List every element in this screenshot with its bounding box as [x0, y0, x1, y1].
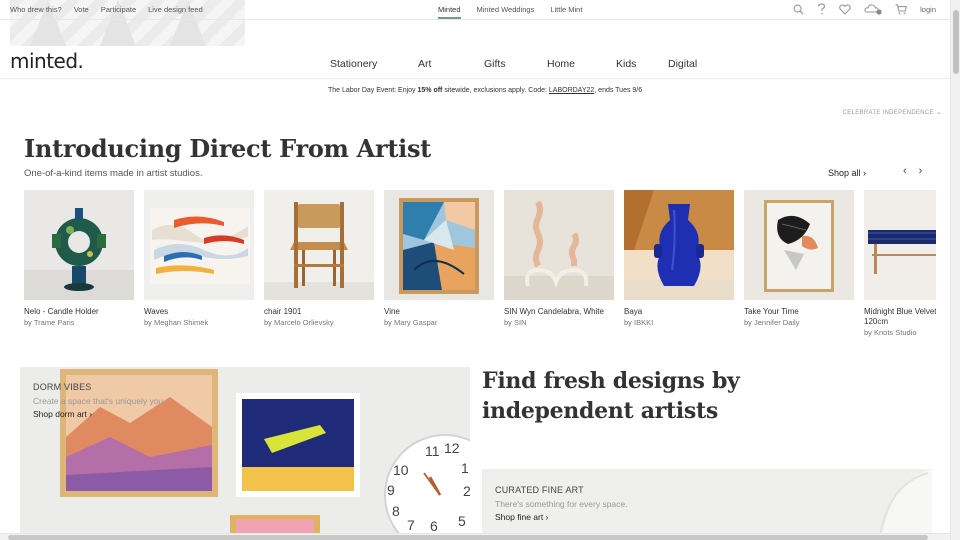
horizontal-scrollbar[interactable]	[0, 533, 950, 540]
dorm-label: DORM VIBES	[33, 382, 92, 392]
find-designs-title: Find fresh designs by independent artist…	[482, 368, 740, 424]
product-image[interactable]	[624, 190, 734, 300]
product-name[interactable]: Baya	[624, 307, 734, 317]
product-name[interactable]: SIN Wyn Candelabra, White	[504, 307, 614, 317]
util-link-participate[interactable]: Participate	[101, 5, 136, 14]
product-image[interactable]	[24, 190, 134, 300]
svg-text:1: 1	[461, 460, 469, 476]
brand-tab-weddings[interactable]: Minted Weddings	[477, 5, 535, 19]
heart-icon[interactable]	[839, 3, 851, 15]
dorm-description: Create a space that's uniquely you.	[33, 396, 166, 406]
nav-item-home[interactable]: Home	[547, 58, 616, 70]
product-card[interactable]: Baya by IBKKI	[624, 190, 734, 328]
celebrate-label: CELEBRATE INDEPENDENCE	[842, 110, 934, 116]
product-artist[interactable]: by IBKKI	[624, 318, 734, 328]
search-icon[interactable]	[793, 4, 804, 15]
nav-item-stationery[interactable]: Stationery	[330, 58, 418, 70]
nav-item-kids[interactable]: Kids	[616, 58, 668, 70]
horizontal-scroll-thumb[interactable]	[8, 535, 928, 540]
brand-tab-little-mint[interactable]: Little Mint	[550, 5, 582, 19]
product-artist[interactable]: by Marcelo Orlievsky	[264, 318, 374, 328]
svg-text:9: 9	[387, 482, 395, 498]
promo-discount: 15% off	[417, 87, 443, 94]
chevron-right-icon[interactable]: ›	[919, 165, 923, 177]
nav-item-art[interactable]: Art	[418, 58, 484, 70]
fine-art-description: There's something for every space.	[495, 499, 628, 509]
vertical-scroll-thumb[interactable]	[953, 10, 959, 74]
svg-text:7: 7	[407, 517, 415, 533]
product-card[interactable]: chair 1901 by Marcelo Orlievsky	[264, 190, 374, 328]
product-artist[interactable]: by Meghan Shimek	[144, 318, 254, 328]
util-link-vote[interactable]: Vote	[74, 5, 89, 14]
header-divider	[0, 78, 950, 79]
svg-text:2: 2	[463, 483, 470, 499]
svg-text:8: 8	[392, 503, 400, 519]
minted-logo[interactable]: minted.	[10, 49, 84, 73]
svg-text:12: 12	[444, 440, 460, 456]
product-image[interactable]	[144, 190, 254, 300]
utility-left-links: Who drew this? Vote Participate Live des…	[10, 5, 203, 14]
chevron-left-icon[interactable]: ‹	[903, 165, 907, 177]
carousel-controls: ‹ ›	[903, 165, 922, 177]
fine-art-label: CURATED FINE ART	[495, 485, 584, 495]
product-image[interactable]	[744, 190, 854, 300]
product-card[interactable]: Midnight Blue Velvet Bench 120cm by Knot…	[864, 190, 936, 338]
product-carousel: Nelo - Candle Holder by Trame Paris Wave…	[24, 190, 936, 340]
main-nav: Stationery Art Gifts Home Kids Digital	[330, 58, 697, 70]
chevron-down-icon: ⌄	[935, 109, 942, 116]
product-image[interactable]	[504, 190, 614, 300]
promo-code[interactable]: LABORDAY22	[549, 87, 594, 94]
promo-prefix: The Labor Day Event: Enjoy	[328, 87, 418, 94]
brand-switcher: Minted Minted Weddings Little Mint	[438, 5, 582, 19]
svg-text:6: 6	[430, 518, 438, 533]
product-card[interactable]: Vine by Mary Gaspar	[384, 190, 494, 328]
product-card[interactable]: Take Your Time by Jennifer Daily	[744, 190, 854, 328]
product-artist[interactable]: by Knots Studio	[864, 328, 936, 338]
product-name[interactable]: Take Your Time	[744, 307, 854, 317]
product-name[interactable]: Midnight Blue Velvet Bench 120cm	[864, 307, 936, 327]
vertical-scrollbar[interactable]	[950, 0, 960, 540]
product-card[interactable]: SIN Wyn Candelabra, White by SIN	[504, 190, 614, 328]
brand-tab-minted[interactable]: Minted	[438, 5, 461, 19]
product-image[interactable]	[264, 190, 374, 300]
product-card[interactable]: Waves by Meghan Shimek	[144, 190, 254, 328]
promo-banner[interactable]: The Labor Day Event: Enjoy 15% off sitew…	[328, 87, 642, 94]
section-subtitle: One-of-a-kind items made in artist studi…	[24, 168, 203, 179]
product-name[interactable]: Vine	[384, 307, 494, 317]
product-artist[interactable]: by Trame Paris	[24, 318, 134, 328]
cart-icon[interactable]	[895, 3, 908, 15]
svg-text:10: 10	[393, 462, 409, 478]
util-link-who-drew[interactable]: Who drew this?	[10, 5, 62, 14]
celebrate-dropdown[interactable]: CELEBRATE INDEPENDENCE ⌄	[843, 108, 942, 116]
product-image[interactable]	[864, 190, 936, 300]
product-name[interactable]: Waves	[144, 307, 254, 317]
product-card[interactable]: Nelo - Candle Holder by Trame Paris	[24, 190, 134, 328]
product-image[interactable]	[384, 190, 494, 300]
shop-dorm-art-link[interactable]: Shop dorm art ›	[33, 409, 92, 419]
product-name[interactable]: chair 1901	[264, 307, 374, 317]
product-artist[interactable]: by Jennifer Daily	[744, 318, 854, 328]
account-cloud-icon[interactable]	[864, 3, 882, 15]
promo-suffix: , ends Tues 9/6	[594, 87, 643, 94]
nav-item-gifts[interactable]: Gifts	[484, 58, 547, 70]
fine-art-banner[interactable]: CURATED FINE ART There's something for e…	[482, 469, 932, 535]
util-link-live-feed[interactable]: Live design feed	[148, 5, 203, 14]
svg-text:5: 5	[458, 513, 466, 529]
product-artist[interactable]: by SIN	[504, 318, 614, 328]
svg-text:11: 11	[425, 443, 440, 459]
utility-bar: Who drew this? Vote Participate Live des…	[0, 0, 950, 20]
shop-all-link[interactable]: Shop all ›	[828, 168, 866, 178]
product-artist[interactable]: by Mary Gaspar	[384, 318, 494, 328]
dorm-vibes-banner[interactable]: 11 12 10 1 9 2 8 5 7 6 DORM VIBES Create…	[20, 367, 470, 533]
section-title: Introducing Direct From Artist	[24, 134, 431, 163]
nav-item-digital[interactable]: Digital	[668, 58, 697, 70]
login-link[interactable]: login	[920, 5, 936, 14]
help-icon[interactable]	[817, 3, 826, 15]
shop-fine-art-link[interactable]: Shop fine art ›	[495, 512, 548, 522]
product-name[interactable]: Nelo - Candle Holder	[24, 307, 134, 317]
utility-actions: login	[793, 3, 936, 15]
promo-middle: sitewide, exclusions apply. Code:	[442, 87, 549, 94]
